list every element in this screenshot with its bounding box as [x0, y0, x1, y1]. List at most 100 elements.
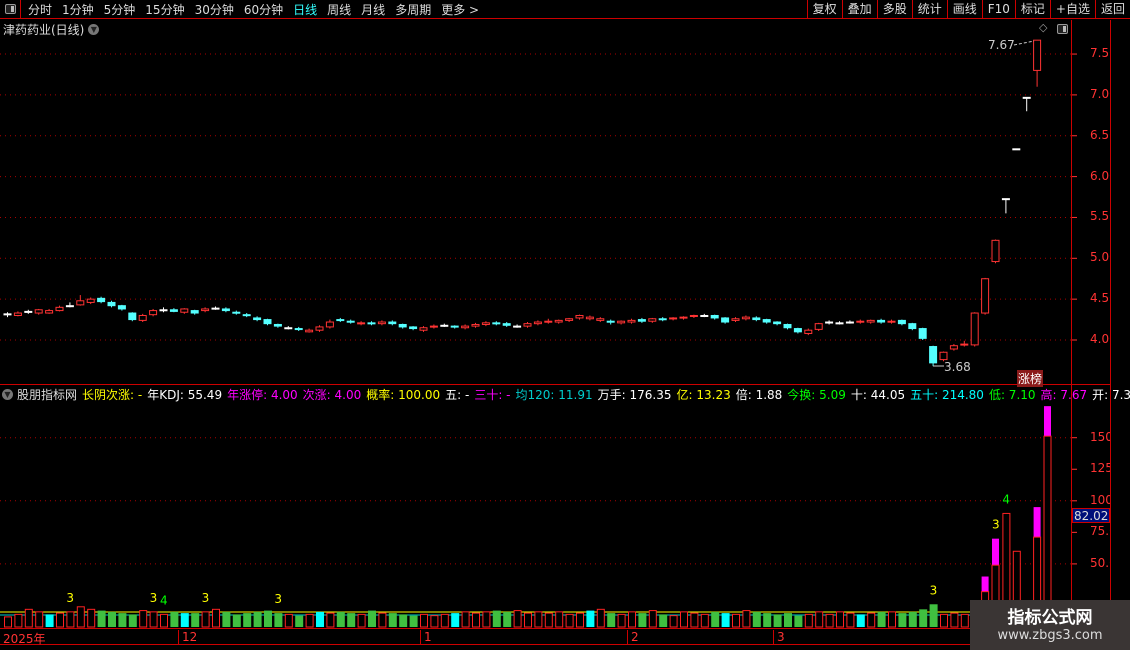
volume-bar — [815, 611, 824, 628]
volume-bar-top — [992, 538, 999, 566]
volume-bar — [700, 613, 709, 628]
chart-canvas[interactable]: 3 3 4 3 3334 — [0, 0, 1130, 650]
candle — [960, 340, 969, 347]
candle — [710, 314, 719, 320]
volume-bar-body — [24, 608, 33, 628]
volume-bar-body — [440, 613, 449, 628]
volume-bar — [232, 614, 241, 627]
candle — [1022, 96, 1031, 112]
candle — [908, 322, 917, 331]
volume-bar — [929, 604, 938, 627]
volume-bar — [14, 613, 23, 628]
candle — [648, 317, 657, 323]
volume-bar-body — [825, 613, 834, 628]
candle — [450, 325, 459, 329]
candle — [752, 316, 761, 322]
volume-bar-body — [607, 613, 616, 627]
time-label: 12 — [178, 630, 197, 645]
candle-body — [637, 319, 646, 322]
volume-bar-body — [274, 613, 283, 627]
candle-body — [117, 305, 126, 310]
candle-body — [939, 351, 948, 361]
volume-bar-body — [97, 610, 106, 627]
volume-bar — [388, 613, 397, 627]
right-sidebar[interactable] — [1110, 20, 1130, 630]
time-label: 1 — [420, 630, 432, 645]
candle-body — [461, 325, 470, 329]
volume-bar-top — [1044, 406, 1051, 437]
indicator-value: 次涨: 4.00 — [302, 388, 362, 402]
volume-bar-body — [846, 612, 855, 628]
candle — [24, 309, 33, 314]
volume-bar-body — [773, 614, 782, 627]
time-label: 2025年 — [3, 632, 46, 646]
volume-bar — [149, 611, 158, 628]
candle-body — [897, 319, 906, 325]
volume-bar — [659, 614, 668, 627]
candle — [409, 326, 418, 331]
volume-bar-body — [950, 612, 959, 628]
volume-bar-body — [368, 610, 376, 627]
volume-bar — [87, 608, 96, 628]
volume-bar — [128, 614, 137, 627]
volume-bar — [108, 611, 116, 627]
candle — [336, 317, 345, 323]
candle — [793, 327, 802, 334]
volume-bar-body — [700, 613, 709, 628]
volume-bar-body — [243, 613, 252, 627]
volume-bar — [180, 613, 189, 627]
candle-body — [367, 322, 376, 325]
candle — [76, 295, 85, 306]
volume-bar-body — [472, 612, 480, 628]
candle-body — [169, 309, 178, 312]
candle-body — [689, 314, 698, 317]
candle — [689, 314, 698, 318]
candle — [305, 328, 314, 333]
candle — [201, 307, 210, 313]
volume-bar — [66, 611, 75, 628]
volume-bar-body — [565, 613, 574, 628]
volume-bar-body — [451, 613, 460, 627]
chevron-down-icon[interactable]: ▼ — [2, 389, 13, 400]
candle — [866, 319, 875, 324]
candle — [679, 316, 688, 320]
volume-bar — [264, 610, 272, 627]
candle-body — [918, 328, 927, 339]
volume-bar — [368, 610, 376, 627]
indicator-value: 高: 7.67 — [1040, 388, 1088, 402]
volume-bar — [253, 611, 262, 627]
volume-bar-body — [763, 613, 772, 627]
volume-bar — [669, 615, 678, 628]
volume-bar — [752, 611, 761, 627]
volume-bar-body — [721, 613, 730, 627]
candle-body — [752, 317, 761, 321]
volume-bar — [950, 612, 959, 628]
candle-body — [700, 314, 709, 317]
volume-bar-body — [35, 611, 44, 628]
volume-bar — [118, 613, 127, 627]
candle — [721, 317, 730, 324]
limit-up-badge[interactable]: 涨榜 — [1017, 370, 1044, 387]
volume-bar-body — [482, 611, 491, 628]
candle-body — [242, 314, 251, 317]
candle-body — [13, 312, 22, 316]
candle — [773, 321, 782, 326]
high-arrow — [1013, 40, 1035, 46]
volume-bar — [711, 611, 720, 627]
candle — [513, 324, 522, 328]
candle — [180, 308, 189, 314]
candle — [294, 326, 303, 332]
candle-body — [554, 319, 563, 323]
candle — [897, 319, 906, 326]
volume-bar-body — [347, 613, 356, 627]
candle — [627, 318, 636, 324]
panel-separator[interactable] — [0, 384, 1110, 385]
volume-bar-body — [66, 611, 75, 628]
indicator-value: 年涨停: 4.00 — [227, 388, 298, 402]
volume-bar-body — [617, 613, 626, 628]
volume-bar-body — [461, 611, 470, 628]
candle-body — [1012, 148, 1021, 151]
volume-bar — [586, 610, 595, 627]
volume-bar — [555, 611, 564, 628]
volume-bar — [420, 613, 428, 628]
